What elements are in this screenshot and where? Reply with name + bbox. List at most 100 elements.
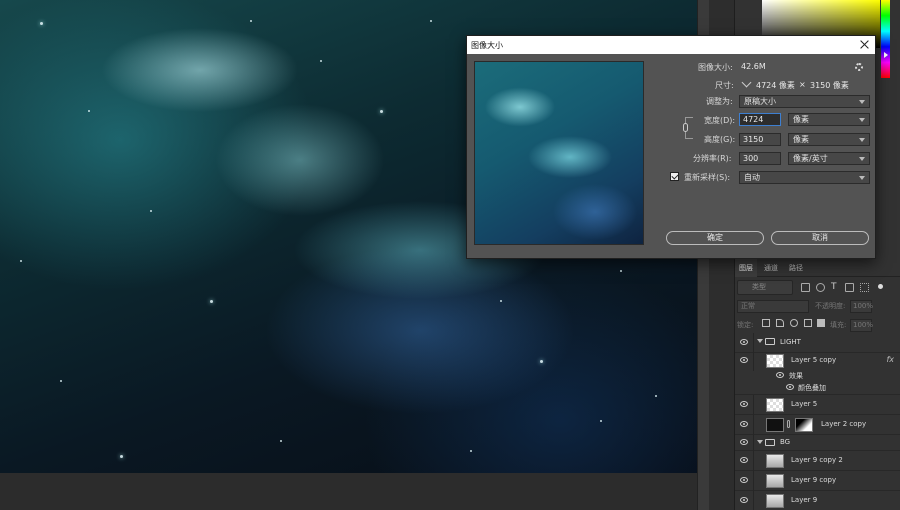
effect-color-overlay-row[interactable]: 颜色叠加 xyxy=(735,381,900,395)
visibility-eye-icon[interactable] xyxy=(740,421,748,427)
layer-thumbnail xyxy=(766,494,784,508)
folder-icon xyxy=(765,338,775,345)
tab-paths[interactable]: 路径 xyxy=(785,259,807,277)
star xyxy=(430,20,432,22)
smart-object-filter-icon[interactable] xyxy=(860,283,869,292)
layer-filter-input[interactable]: 类型 xyxy=(737,280,793,295)
hue-slider[interactable] xyxy=(881,0,890,78)
visibility-eye-icon[interactable] xyxy=(740,497,748,503)
image-size-label: 图像大小: xyxy=(698,63,733,72)
resample-checkbox[interactable] xyxy=(670,172,679,181)
resolution-input[interactable]: 300 xyxy=(739,152,781,165)
opacity-field[interactable]: 100% xyxy=(850,300,873,313)
star xyxy=(60,380,62,382)
layer-group-bg[interactable]: BG xyxy=(735,435,900,451)
star xyxy=(150,210,152,212)
image-filter-icon[interactable] xyxy=(801,283,810,292)
resolution-unit-select[interactable]: 像素/英寸 xyxy=(788,152,870,165)
layer-thumbnail xyxy=(766,418,784,432)
fill-field[interactable]: 100% xyxy=(850,319,873,332)
layer-name: Layer 9 copy xyxy=(791,476,837,484)
fit-to-label: 调整为: xyxy=(706,97,733,106)
layer-name: Layer 2 copy xyxy=(821,420,867,428)
canvas-pasteboard xyxy=(0,473,697,510)
photoshop-workspace: 图层 通道 路径 类型 T 正常 不透明度: 100% 锁定: 填充: 100%… xyxy=(0,0,900,510)
visibility-eye-icon[interactable] xyxy=(740,357,748,363)
chain-link-icon[interactable] xyxy=(683,123,688,132)
folder-icon xyxy=(765,439,775,446)
layer-row[interactable]: Layer 9 copy xyxy=(735,471,900,491)
layer-name: LIGHT xyxy=(780,338,801,346)
layer-thumbnail xyxy=(766,474,784,488)
width-unit-select[interactable]: 像素 xyxy=(788,113,870,126)
layer-group-light[interactable]: LIGHT xyxy=(735,333,900,353)
hue-slider-handle[interactable] xyxy=(884,52,888,58)
dimensions-unit-chevron-icon[interactable] xyxy=(741,77,752,88)
effect-visibility-eye-icon[interactable] xyxy=(776,372,784,378)
adjustment-filter-icon[interactable] xyxy=(816,283,825,292)
layer-mask-thumbnail[interactable] xyxy=(795,418,813,432)
shape-filter-icon[interactable] xyxy=(845,283,854,292)
star xyxy=(280,440,282,442)
star xyxy=(320,60,322,62)
dimensions-separator: × xyxy=(799,80,806,89)
lock-all-icon[interactable] xyxy=(817,319,825,327)
resample-select[interactable]: 自动 xyxy=(739,171,870,184)
layer-thumbnail xyxy=(766,354,784,368)
group-expand-chevron-icon[interactable] xyxy=(757,440,763,444)
fx-icon[interactable]: fx xyxy=(886,355,894,364)
layer-row[interactable]: Layer 9 copy 2 xyxy=(735,451,900,471)
layer-row[interactable]: Layer 5 xyxy=(735,395,900,415)
visibility-eye-icon[interactable] xyxy=(740,477,748,483)
ok-button[interactable]: 确定 xyxy=(666,231,764,245)
star xyxy=(20,260,22,262)
dialog-titlebar[interactable]: 图像大小 xyxy=(467,36,875,54)
cancel-button[interactable]: 取消 xyxy=(771,231,869,245)
lock-transparency-icon[interactable] xyxy=(762,319,770,327)
star xyxy=(620,270,622,272)
layer-row[interactable]: Layer 5 copy fx xyxy=(735,351,900,371)
effect-visibility-eye-icon[interactable] xyxy=(786,384,794,390)
effects-row[interactable]: 效果 xyxy=(735,369,900,381)
star xyxy=(470,450,472,452)
image-preview[interactable] xyxy=(474,61,644,245)
visibility-eye-icon[interactable] xyxy=(740,339,748,345)
lock-pixels-icon[interactable] xyxy=(776,319,784,327)
filter-toggle-icon[interactable] xyxy=(878,284,883,289)
star xyxy=(600,420,602,422)
layer-name: Layer 5 xyxy=(791,400,818,408)
dimensions-width: 4724 像素 xyxy=(756,81,795,90)
gear-icon[interactable] xyxy=(855,63,863,71)
image-size-value: 42.6M xyxy=(741,62,766,71)
layer-thumbnail xyxy=(766,454,784,468)
star xyxy=(250,20,252,22)
close-icon[interactable] xyxy=(859,39,870,50)
visibility-eye-icon[interactable] xyxy=(740,401,748,407)
lock-position-icon[interactable] xyxy=(790,319,798,327)
star xyxy=(40,22,43,25)
star xyxy=(210,300,213,303)
layer-name: BG xyxy=(780,438,791,446)
width-input[interactable]: 4724 xyxy=(739,113,781,126)
visibility-eye-icon[interactable] xyxy=(740,457,748,463)
lock-artboard-icon[interactable] xyxy=(804,319,812,327)
resolution-label: 分辨率(R): xyxy=(693,154,732,163)
tab-layers[interactable]: 图层 xyxy=(735,259,757,277)
lock-label: 锁定: xyxy=(737,321,754,329)
width-label: 宽度(D): xyxy=(704,116,736,125)
layer-filter-bar: 类型 T xyxy=(735,280,900,296)
height-input[interactable]: 3150 xyxy=(739,133,781,146)
layer-row[interactable]: Layer 2 copy xyxy=(735,415,900,435)
height-unit-select[interactable]: 像素 xyxy=(788,133,870,146)
layer-row[interactable]: Layer 9 xyxy=(735,491,900,510)
visibility-eye-icon[interactable] xyxy=(740,439,748,445)
tab-channels[interactable]: 通道 xyxy=(760,259,782,277)
blend-mode-select[interactable]: 正常 xyxy=(737,300,809,313)
group-expand-chevron-icon[interactable] xyxy=(757,339,763,343)
type-filter-icon[interactable]: T xyxy=(831,283,840,292)
layer-name: Layer 9 copy 2 xyxy=(791,456,843,464)
fit-to-select[interactable]: 原稿大小 xyxy=(739,95,870,108)
star xyxy=(500,300,502,302)
resample-label: 重新采样(S): xyxy=(684,173,731,182)
mask-link-icon[interactable] xyxy=(787,420,790,428)
